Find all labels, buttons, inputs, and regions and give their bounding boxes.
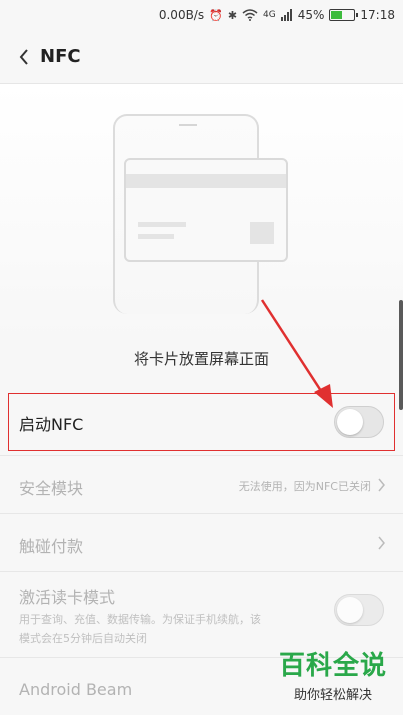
reader-mode-switch[interactable] xyxy=(334,594,384,626)
bluetooth-icon: ✱ xyxy=(227,8,238,22)
wifi-icon xyxy=(242,9,258,21)
card-line xyxy=(138,234,174,239)
alarm-icon: ⏰ xyxy=(209,8,223,22)
card-chip xyxy=(250,222,274,244)
chevron-right-icon xyxy=(378,478,385,492)
network-speed: 0.00B/s xyxy=(158,8,205,22)
reader-mode-label: 激活读卡模式 xyxy=(19,588,116,607)
watermark-subtitle: 助你轻松解决 xyxy=(293,688,372,703)
phone-speaker xyxy=(179,124,197,126)
nfc-toggle-row[interactable]: 启动NFC xyxy=(0,388,403,456)
status-bar: 0.00B/s ⏰ ✱ 4G 45% 17:18 xyxy=(0,0,403,30)
card-line xyxy=(138,222,186,227)
watermark-title: 百科全说 xyxy=(278,651,387,681)
card-illustration xyxy=(124,158,288,262)
nfc-illustration xyxy=(0,84,403,340)
placement-hint: 将卡片放置屏幕正面 xyxy=(133,350,269,368)
app-header: NFC xyxy=(0,30,403,84)
network-type: 4G xyxy=(263,10,276,20)
chevron-right-icon xyxy=(378,536,385,550)
nfc-switch[interactable] xyxy=(334,406,384,438)
secure-element-row[interactable]: 安全模块 无法使用，因为NFC已关闭 xyxy=(0,456,403,514)
page-title: NFC xyxy=(40,46,81,67)
clock: 17:18 xyxy=(360,8,395,22)
nfc-toggle-label: 启动NFC xyxy=(19,415,84,434)
battery-icon xyxy=(329,9,359,21)
card-stripe xyxy=(126,174,286,188)
signal-icon xyxy=(280,9,292,21)
scroll-handle[interactable] xyxy=(399,300,403,410)
watermark-logo: 百科全说 助你轻松解决 xyxy=(273,645,393,703)
secure-element-label: 安全模块 xyxy=(19,479,84,498)
switch-knob xyxy=(337,597,363,623)
android-beam-label: Android Beam xyxy=(19,680,133,699)
battery-fill xyxy=(331,11,343,19)
switch-knob xyxy=(337,409,363,435)
tap-and-pay-row[interactable]: 触碰付款 xyxy=(0,514,403,572)
reader-mode-description: 用于查询、充值、数据传输。为保证手机续航，该 xyxy=(19,613,261,626)
tap-and-pay-label: 触碰付款 xyxy=(19,537,84,556)
secure-element-status: 无法使用，因为NFC已关闭 xyxy=(238,480,371,493)
chevron-left-icon[interactable] xyxy=(14,45,34,69)
battery-percent: 45% xyxy=(297,8,325,22)
